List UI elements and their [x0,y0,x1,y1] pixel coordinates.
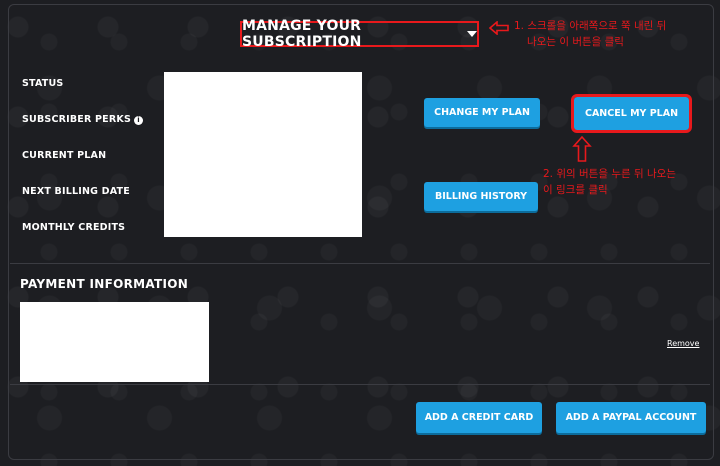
divider [10,384,710,385]
add-credit-card-button[interactable]: ADD A CREDIT CARD [416,402,542,433]
next-billing-date-label: NEXT BILLING DATE [22,186,130,197]
annotation-text: 나오는 이 버튼을 클릭 [527,36,624,48]
change-plan-button[interactable]: CHANGE MY PLAN [424,98,540,127]
payment-information-title: PAYMENT INFORMATION [20,277,189,291]
arrow-up-icon [572,136,592,162]
subscription-details-redacted [164,72,362,237]
subscriber-perks-label: SUBSCRIBER PERKS i [22,114,143,125]
annotation-text: 이 링크를 클릭 [543,184,608,196]
annotation-text: 1. 스크롤을 아래쪽으로 쭉 내린 뒤 [514,20,667,32]
add-paypal-account-button[interactable]: ADD A PAYPAL ACCOUNT [556,402,706,433]
info-icon[interactable]: i [134,116,143,125]
annotation-note-1: 1. 스크롤을 아래쪽으로 쭉 내린 뒤 나오는 이 버튼을 클릭 [514,18,666,50]
chevron-down-icon [467,31,477,37]
page-title: MANAGE YOUR SUBSCRIPTION [242,18,362,50]
cancel-plan-button[interactable]: CANCEL MY PLAN [571,94,692,133]
status-label: STATUS [22,78,64,89]
manage-subscription-dropdown[interactable]: MANAGE YOUR SUBSCRIPTION [240,18,479,50]
current-plan-label: CURRENT PLAN [22,150,107,161]
payment-details-redacted [20,302,209,382]
remove-link[interactable]: Remove [667,339,699,348]
arrow-left-icon [489,21,509,35]
annotation-note-2: 2. 위의 버튼을 누른 뒤 나오는 이 링크를 클릭 [543,166,676,198]
divider [10,263,710,264]
annotation-text: 2. 위의 버튼을 누른 뒤 나오는 [543,168,676,180]
subscriber-perks-text: SUBSCRIBER PERKS [22,114,131,125]
monthly-credits-label: MONTHLY CREDITS [22,222,126,233]
billing-history-button[interactable]: BILLING HISTORY [424,182,538,211]
